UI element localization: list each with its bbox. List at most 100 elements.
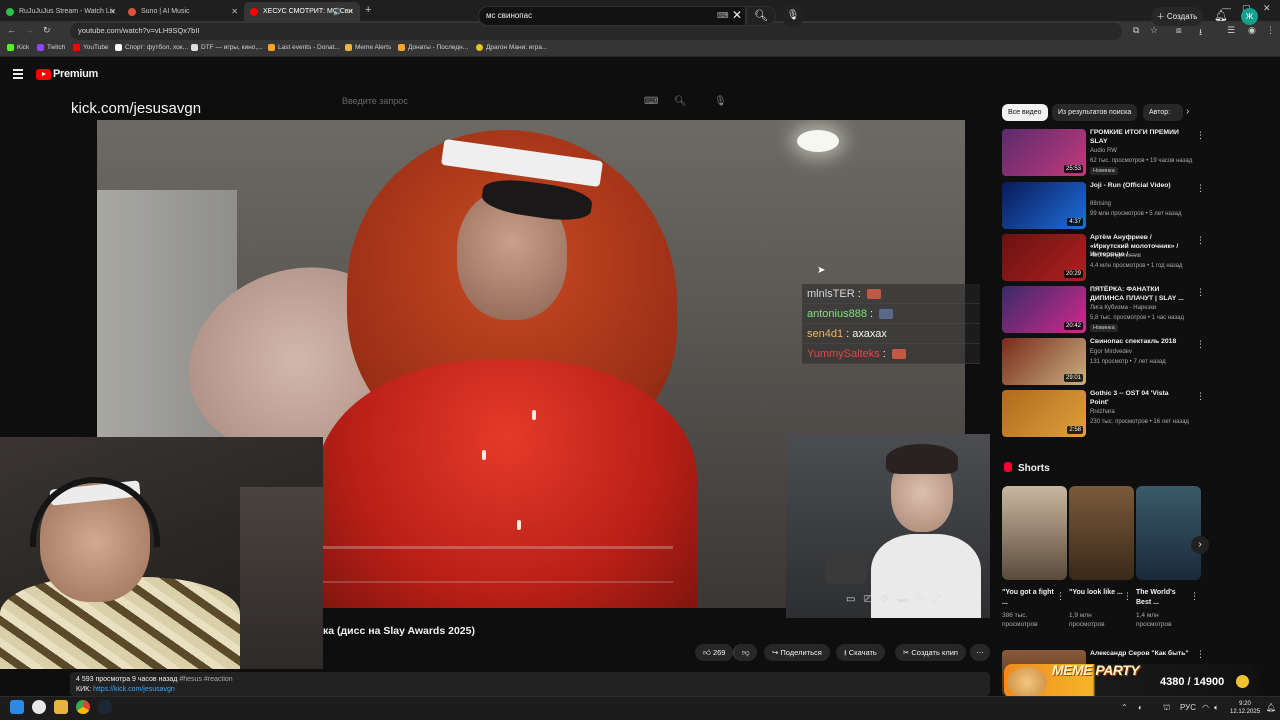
short-title[interactable]: "You look like ...	[1069, 588, 1124, 598]
bookmark-sport[interactable]: Спорт: футбол, хок...	[115, 44, 188, 51]
like-button[interactable]: 👍︎ 269	[695, 644, 733, 661]
settings-gear-icon[interactable]: ⚙	[880, 594, 889, 605]
recommendation-title[interactable]: Свинопас спектакль 2018	[1090, 338, 1188, 347]
more-icon[interactable]: ⋮	[1190, 591, 1199, 602]
subtitles-icon[interactable]: ⎚	[864, 594, 872, 605]
yandex-icon[interactable]	[32, 700, 46, 714]
recommendation-item[interactable]: 4:37 Joji - Run (Official Video) 88rising 9…	[1002, 182, 1205, 230]
dislike-button[interactable]: 👎︎	[733, 644, 757, 661]
fullscreen-icon[interactable]: ⤢	[932, 594, 940, 605]
extensions-icon[interactable]: ⧈	[1176, 25, 1182, 36]
short-thumbnail[interactable]	[1069, 486, 1134, 580]
recommendation-thumbnail[interactable]: 20:42	[1002, 286, 1086, 333]
short-thumbnail[interactable]	[1136, 486, 1201, 580]
recommendation-thumbnail[interactable]: 29:01	[1002, 338, 1086, 385]
short-title[interactable]: "You got a fight ...	[1002, 588, 1057, 608]
chrome-icon[interactable]	[76, 700, 90, 714]
close-icon[interactable]: ✕	[109, 7, 116, 16]
chevron-right-icon[interactable]: ›	[1186, 106, 1189, 117]
keyboard-icon[interactable]: ⌨	[717, 11, 729, 20]
short-title[interactable]: The World's Best ...	[1136, 588, 1191, 608]
chip-from-search[interactable]: Из результатов поиска	[1052, 104, 1138, 121]
forward-icon[interactable]: →	[25, 25, 34, 35]
recommendation-title[interactable]: ПЯТЁРКА: ФАНАТКИ ДИПИНСА ПЛАЧУТ | SLAY .…	[1090, 286, 1188, 303]
recommendation-item[interactable]: 25:53 ГРОМКИЕ ИТОГИ ПРЕМИИ SLAY Audio RW 62…	[1002, 129, 1205, 177]
cast-icon[interactable]: ⎘	[916, 594, 924, 605]
install-icon[interactable]: ⧉	[1133, 25, 1139, 36]
notifications-bell-icon[interactable]: 🔔︎	[1214, 9, 1228, 22]
browser-tab-suno[interactable]: Suno | AI Music ✕	[122, 2, 244, 21]
more-icon[interactable]: ⋮	[1123, 591, 1132, 602]
more-icon[interactable]: ⋮	[1196, 339, 1205, 350]
clip-button[interactable]: ✂ Создать клип	[895, 644, 966, 661]
channel-name[interactable]: Лига Кубизма - Нарезки	[1090, 305, 1156, 311]
channel-name[interactable]: Rrezhara	[1090, 409, 1115, 415]
bookmark-last-events[interactable]: Last events - Donat...	[268, 44, 340, 51]
share-button[interactable]: ↪ Поделиться	[764, 644, 830, 661]
hashtags[interactable]: #hesus #reaction	[179, 676, 232, 683]
menu-icon[interactable]: ⋮	[1266, 25, 1275, 36]
more-icon[interactable]: ⋮	[1196, 287, 1205, 298]
recommendation-title[interactable]: ГРОМКИЕ ИТОГИ ПРЕМИИ SLAY	[1090, 129, 1188, 146]
recommendation-thumbnail[interactable]: 4:37	[1002, 182, 1086, 229]
miniplayer-icon[interactable]: ▭	[846, 594, 855, 605]
taskbar-clock[interactable]: 9:20 12.12.2025	[1230, 700, 1260, 716]
speaker-icon[interactable]: 🔊	[333, 8, 342, 16]
recommendation-thumbnail[interactable]: 2:58	[1002, 390, 1086, 437]
close-icon[interactable]: ✕	[231, 7, 238, 16]
search-value[interactable]: мс свинопас	[486, 11, 532, 20]
more-icon[interactable]: ⋮	[1196, 235, 1205, 246]
more-icon[interactable]: ⋮	[1196, 391, 1205, 402]
profile-icon[interactable]: ◉	[1248, 25, 1256, 36]
bookmark-meme-alerts[interactable]: Meme Alerts	[345, 44, 391, 51]
more-icon[interactable]: ⋮	[1196, 183, 1205, 194]
theater-icon[interactable]: ▬	[897, 594, 907, 605]
bookmark-kick[interactable]: Kick	[7, 44, 29, 51]
new-tab-icon[interactable]: +	[365, 4, 371, 16]
shorts-next-button[interactable]: ›	[1191, 536, 1209, 554]
browser-tab-youtube[interactable]: ХЕСУС СМОТРИТ: МС Сви 🔊 ✕	[244, 2, 360, 21]
more-actions-button[interactable]: ⋯	[970, 644, 990, 661]
recommendation-item[interactable]: 20:29 Артём Ануфриев / «Иркутский молоточ…	[1002, 234, 1205, 282]
short-thumbnail[interactable]	[1002, 486, 1067, 580]
more-icon[interactable]: ⋮	[1056, 591, 1065, 602]
channel-name[interactable]: Egor Mirdvedev	[1090, 349, 1132, 355]
clear-search-icon[interactable]: ✕	[732, 8, 742, 22]
wifi-icon[interactable]: ◠	[1202, 703, 1209, 712]
download-button[interactable]: ⭳ Скачать	[836, 644, 885, 661]
close-icon[interactable]: ✕	[347, 7, 354, 16]
reload-icon[interactable]: ↻	[43, 25, 51, 36]
bookmark-dragon-money[interactable]: Драгон Мани: игра...	[476, 44, 547, 51]
bookmark-dtf[interactable]: DTF — игры, кино,...	[191, 44, 263, 51]
bookmark-youtube[interactable]: YouTube	[73, 44, 109, 51]
bookmark-star-icon[interactable]: ☆	[1150, 25, 1158, 36]
file-explorer-icon[interactable]	[54, 700, 68, 714]
youtube-logo-icon[interactable]	[36, 69, 51, 80]
create-button[interactable]: ＋ Создать	[1151, 7, 1203, 26]
kick-link[interactable]: https://kick.com/jesusavgn	[93, 686, 175, 693]
browser-tab-kick[interactable]: RuJuJuJus Stream - Watch Liv ✕	[0, 2, 122, 21]
recommendation-item[interactable]: 29:01 Свинопас спектакль 2018 Egor Mirdved…	[1002, 338, 1205, 386]
more-icon[interactable]: ⋮	[1196, 130, 1205, 141]
recommendation-title[interactable]: Gothic 3 -- OST 04 'Vista Point'	[1090, 390, 1188, 407]
chip-author[interactable]: Автор:	[1143, 104, 1183, 121]
downloads-icon[interactable]: ⭳	[1199, 25, 1202, 41]
back-icon[interactable]: ←	[7, 25, 16, 35]
window-close-icon[interactable]: ✕	[1263, 3, 1271, 14]
notification-icon[interactable]: 🔔︎	[1266, 703, 1276, 712]
recommendation-item[interactable]: 20:42 ПЯТЁРКА: ФАНАТКИ ДИПИНСА ПЛАЧУТ | S…	[1002, 286, 1205, 334]
bookmark-donations[interactable]: Донаты - Последн...	[398, 44, 468, 51]
recommendation-item[interactable]: 2:58 Gothic 3 -- OST 04 'Vista Point' Rrez…	[1002, 390, 1205, 438]
recommendation-title[interactable]: Joji - Run (Official Video)	[1090, 182, 1188, 191]
url-text[interactable]: youtube.com/watch?v=vLH9SQx7bII	[78, 26, 200, 35]
network-icon[interactable]: ⛫	[1163, 703, 1170, 713]
channel-name[interactable]: Audio RW	[1090, 148, 1117, 154]
windows-start-icon[interactable]	[10, 700, 24, 714]
volume-icon[interactable]: 🔈︎	[1214, 703, 1219, 713]
youtube-brand[interactable]: Premium	[53, 68, 98, 80]
language-indicator[interactable]: РУС	[1180, 703, 1196, 712]
recommendation-thumbnail[interactable]: 20:29	[1002, 234, 1086, 281]
more-icon[interactable]: ⋮	[1196, 649, 1205, 660]
search-button[interactable]: 🔍︎	[746, 6, 776, 26]
tray-app-icon[interactable]: ◐	[1138, 703, 1143, 712]
